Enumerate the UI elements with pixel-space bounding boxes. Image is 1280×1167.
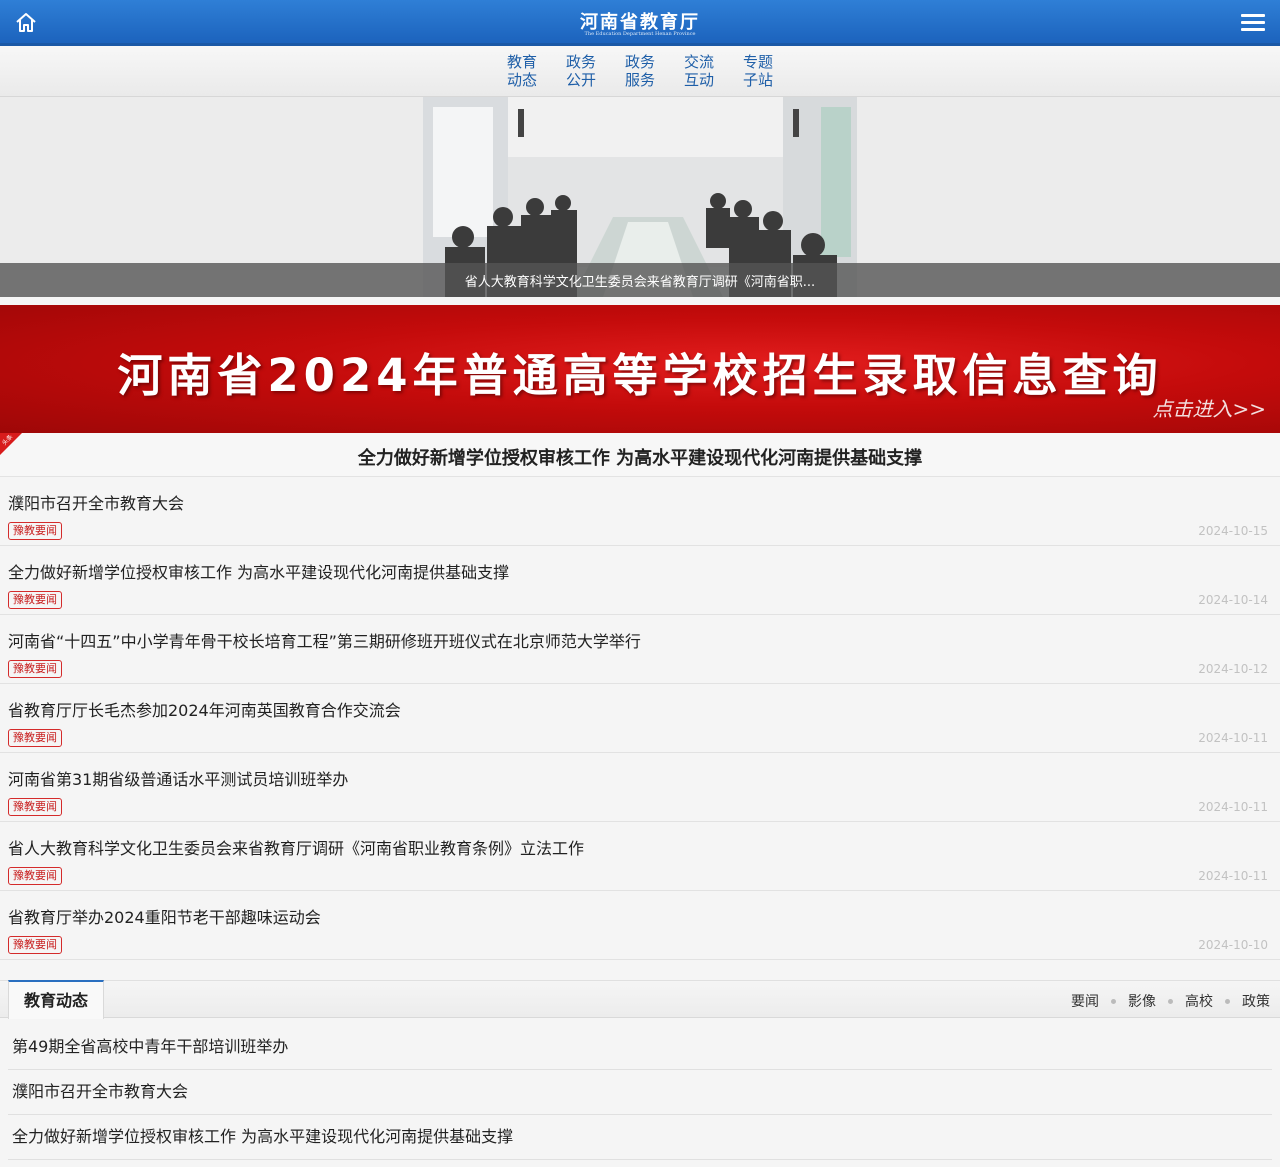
news-title: 濮阳市召开全市教育大会 — [8, 494, 185, 513]
nav-item-special-topics[interactable]: 专题 子站 — [729, 53, 788, 89]
headline-title[interactable]: 全力做好新增学位授权审核工作 为高水平建设现代化河南提供基础支撑 — [0, 444, 1280, 470]
nav-item-government-affairs[interactable]: 政务 公开 — [552, 53, 611, 89]
admission-query-banner[interactable]: 河南省2024年普通高等学校招生录取信息查询 点击进入>> — [0, 305, 1280, 433]
news-category-badge: 豫教要闻 — [8, 522, 62, 540]
section-link-news[interactable]: 要闻 — [1071, 991, 1099, 1011]
section-category-links: 要闻 影像 高校 政策 — [1071, 991, 1270, 1011]
news-title: 河南省“十四五”中小学青年骨干校长培育工程”第三期研修班开班仪式在北京师范大学举… — [8, 632, 641, 651]
top-header-bar: 河南省教育厅 The Education Department Henan Pr… — [0, 0, 1280, 46]
news-item[interactable]: 省教育厅厅长毛杰参加2024年河南英国教育合作交流会 豫教要闻 2024-10-… — [0, 684, 1280, 753]
list-item[interactable]: 濮阳市召开全市教育大会 — [8, 1070, 1272, 1115]
nav-item-interaction[interactable]: 交流 互动 — [670, 53, 729, 89]
section-link-policies[interactable]: 政策 — [1242, 991, 1270, 1011]
education-news-list: 第49期全省高校中青年干部培训班举办 濮阳市召开全市教育大会 全力做好新增学位授… — [0, 1025, 1280, 1160]
nav-label-line1: 交流 — [683, 53, 714, 71]
separator-dot — [1225, 998, 1230, 1004]
nav-label-line1: 专题 — [742, 53, 773, 71]
education-news-section-header: 教育动态 要闻 影像 高校 政策 — [0, 980, 1280, 1019]
news-title: 河南省第31期省级普通话水平测试员培训班举办 — [8, 770, 349, 789]
headline-section: 头条 全力做好新增学位授权审核工作 为高水平建设现代化河南提供基础支撑 — [0, 433, 1280, 477]
news-item[interactable]: 全力做好新增学位授权审核工作 为高水平建设现代化河南提供基础支撑 豫教要闻 20… — [0, 546, 1280, 615]
news-date: 2024-10-15 — [1198, 524, 1268, 538]
nav-label-line2: 公开 — [565, 71, 596, 89]
news-list: 濮阳市召开全市教育大会 豫教要闻 2024-10-15 全力做好新增学位授权审核… — [0, 477, 1280, 960]
nav-item-government-services[interactable]: 政务 服务 — [611, 53, 670, 89]
news-date: 2024-10-14 — [1198, 593, 1268, 607]
main-nav: 教育 动态 政务 公开 政务 服务 交流 互动 专题 子站 — [0, 46, 1280, 97]
news-category-badge: 豫教要闻 — [8, 798, 62, 816]
site-subtitle: The Education Department Henan Province — [584, 31, 696, 37]
news-category-badge: 豫教要闻 — [8, 660, 62, 678]
nav-label-line2: 子站 — [742, 71, 773, 89]
separator-dot — [1111, 998, 1116, 1004]
news-category-badge: 豫教要闻 — [8, 729, 62, 747]
news-title: 全力做好新增学位授权审核工作 为高水平建设现代化河南提供基础支撑 — [8, 563, 510, 582]
news-item[interactable]: 河南省第31期省级普通话水平测试员培训班举办 豫教要闻 2024-10-11 — [0, 753, 1280, 822]
news-category-badge: 豫教要闻 — [8, 591, 62, 609]
nav-label-line1: 教育 — [506, 53, 537, 71]
hamburger-menu-icon[interactable] — [1241, 14, 1265, 32]
news-date: 2024-10-11 — [1198, 800, 1268, 814]
nav-label-line2: 动态 — [506, 71, 537, 89]
photo-slider: 省人大教育科学文化卫生委员会来省教育厅调研《河南省职... — [0, 97, 1280, 297]
news-date: 2024-10-11 — [1198, 869, 1268, 883]
section-link-universities[interactable]: 高校 — [1185, 991, 1213, 1011]
news-category-badge: 豫教要闻 — [8, 936, 62, 954]
news-item[interactable]: 濮阳市召开全市教育大会 豫教要闻 2024-10-15 — [0, 477, 1280, 546]
news-item[interactable]: 省教育厅举办2024重阳节老干部趣味运动会 豫教要闻 2024-10-10 — [0, 891, 1280, 960]
nav-label-line2: 服务 — [624, 71, 655, 89]
news-title: 省教育厅举办2024重阳节老干部趣味运动会 — [8, 908, 321, 927]
list-item[interactable]: 第49期全省高校中青年干部培训班举办 — [8, 1025, 1272, 1070]
banner-title: 河南省2024年普通高等学校招生录取信息查询 — [117, 349, 1163, 402]
nav-item-education-news[interactable]: 教育 动态 — [493, 53, 552, 89]
news-title: 省人大教育科学文化卫生委员会来省教育厅调研《河南省职业教育条例》立法工作 — [8, 839, 585, 858]
news-item[interactable]: 省人大教育科学文化卫生委员会来省教育厅调研《河南省职业教育条例》立法工作 豫教要… — [0, 822, 1280, 891]
banner-enter-link[interactable]: 点击进入>> — [1152, 393, 1266, 422]
news-title: 省教育厅厅长毛杰参加2024年河南英国教育合作交流会 — [8, 701, 401, 720]
nav-label-line2: 互动 — [683, 71, 714, 89]
list-item[interactable]: 全力做好新增学位授权审核工作 为高水平建设现代化河南提供基础支撑 — [8, 1115, 1272, 1160]
slide-caption[interactable]: 省人大教育科学文化卫生委员会来省教育厅调研《河南省职... — [423, 271, 857, 290]
news-date: 2024-10-10 — [1198, 938, 1268, 952]
news-date: 2024-10-12 — [1198, 662, 1268, 676]
news-category-badge: 豫教要闻 — [8, 867, 62, 885]
tab-education-news[interactable]: 教育动态 — [8, 980, 104, 1019]
separator-dot — [1168, 998, 1173, 1004]
nav-label-line1: 政务 — [565, 53, 596, 71]
section-link-images[interactable]: 影像 — [1128, 991, 1156, 1011]
news-item[interactable]: 河南省“十四五”中小学青年骨干校长培育工程”第三期研修班开班仪式在北京师范大学举… — [0, 615, 1280, 684]
nav-label-line1: 政务 — [624, 53, 655, 71]
news-date: 2024-10-11 — [1198, 731, 1268, 745]
